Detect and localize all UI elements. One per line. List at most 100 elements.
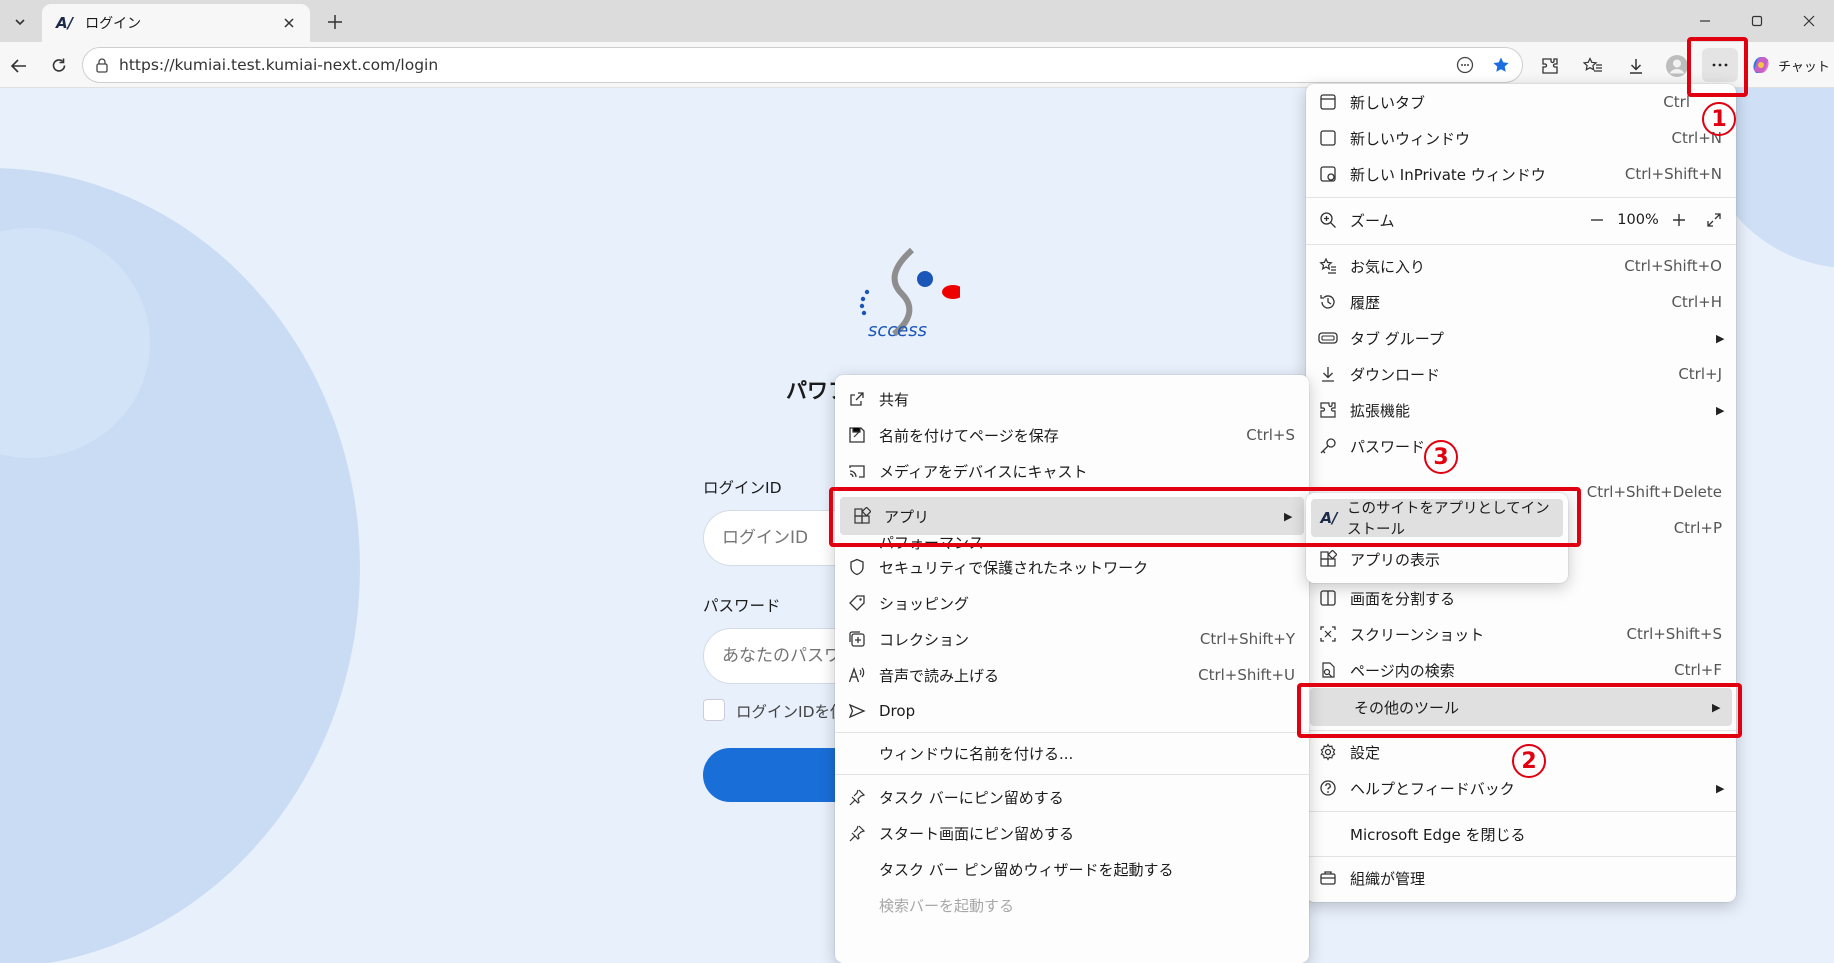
tab-list-icon[interactable] (6, 8, 34, 36)
submenu-arrow-icon: ▶ (1716, 331, 1725, 345)
menu-item-zoom: ズーム 100% (1306, 202, 1736, 238)
new-window-icon (1306, 129, 1350, 147)
screenshot-icon (1306, 625, 1350, 643)
tab-strip: A/ ログイン (0, 0, 1834, 42)
close-icon[interactable] (278, 12, 300, 34)
downloads-icon[interactable] (1621, 51, 1651, 81)
chat-label: チャット (1778, 59, 1830, 75)
url-text: https://kumiai.test.kumiai-next.com/logi… (119, 56, 439, 74)
cast-icon (835, 462, 879, 480)
extensions-icon (1306, 401, 1350, 419)
menu-item-extensions[interactable]: 拡張機能 ▶ (1306, 392, 1736, 428)
remember-label: ログインIDを使 (736, 703, 846, 721)
zoom-out-icon[interactable] (1584, 213, 1610, 227)
new-tab-icon (1306, 93, 1350, 111)
menu-item-shopping[interactable]: ショッピング (835, 585, 1309, 621)
fullscreen-icon[interactable] (1692, 213, 1736, 227)
menu-item-new-tab[interactable]: 新しいタブ Ctrl (1306, 84, 1736, 120)
apps-icon (1306, 550, 1350, 568)
split-screen-icon (1306, 589, 1350, 607)
favorites-icon (1306, 257, 1350, 275)
back-icon[interactable] (4, 51, 34, 81)
maximize-icon[interactable] (1742, 8, 1772, 34)
copilot-icon (1750, 54, 1772, 76)
annotation-step-3: 3 (1424, 440, 1458, 474)
copilot-chat-button[interactable]: チャット (1748, 50, 1832, 80)
tab-login[interactable]: A/ ログイン (42, 4, 310, 42)
annotation-highlight-more-tools (1297, 683, 1742, 738)
menu-item-managed-by-org[interactable]: 組織が管理 (1306, 860, 1736, 896)
remember-checkbox[interactable] (703, 699, 725, 721)
menu-item-name-window[interactable]: ウィンドウに名前を付ける... (835, 735, 1309, 771)
menu-separator (835, 774, 1309, 775)
pin-icon (835, 788, 879, 806)
menu-separator (1306, 197, 1736, 198)
drop-send-icon (835, 702, 879, 720)
submenu-arrow-icon: ▶ (1716, 403, 1725, 417)
submenu-arrow-icon: ▶ (1716, 781, 1725, 795)
annotation-step-1: 1 (1702, 102, 1736, 136)
site-logo: sccess (850, 248, 960, 358)
tab-group-icon (1306, 330, 1350, 346)
app-logo-icon: A/ (56, 14, 74, 32)
share-icon (835, 390, 879, 408)
menu-item-pin-wizard[interactable]: タスク バー ピン留めウィザードを起動する (835, 851, 1309, 887)
menu-item-save-page[interactable]: 名前を付けてページを保存 Ctrl+S (835, 417, 1309, 453)
login-id-label: ログインID (703, 479, 782, 497)
menu-item-collections[interactable]: コレクション Ctrl+Shift+Y (835, 621, 1309, 657)
menu-item-inprivate[interactable]: 新しい InPrivate ウィンドウ Ctrl+Shift+N (1306, 156, 1736, 192)
menu-item-pin-taskbar[interactable]: タスク バーにピン留めする (835, 779, 1309, 815)
menu-item-close-edge[interactable]: Microsoft Edge を閉じる (1306, 816, 1736, 852)
pin-icon (835, 824, 879, 842)
refresh-icon[interactable] (44, 51, 74, 81)
menu-item-split-screen[interactable]: 画面を分割する (1306, 580, 1736, 616)
organization-icon (1306, 869, 1350, 887)
password-key-icon (1306, 437, 1350, 455)
menu-item-cast[interactable]: メディアをデバイスにキャスト (835, 453, 1309, 489)
read-aloud-icon (835, 666, 879, 684)
collections-icon (835, 630, 879, 648)
inprivate-icon (1306, 165, 1350, 183)
menu-item-passwords[interactable]: パスワード (1306, 428, 1736, 464)
find-icon (1306, 661, 1350, 679)
minimize-icon[interactable] (1690, 8, 1720, 34)
help-icon (1306, 779, 1350, 797)
svg-text:sccess: sccess (868, 320, 927, 341)
address-bar[interactable]: https://kumiai.test.kumiai-next.com/logi… (82, 47, 1523, 83)
zoom-value: 100% (1617, 212, 1659, 228)
menu-separator (1306, 856, 1736, 857)
site-info-icon[interactable] (95, 57, 109, 73)
menu-separator (835, 732, 1309, 733)
zoom-in-icon[interactable] (1666, 213, 1692, 227)
favorites-icon[interactable] (1578, 51, 1608, 81)
favorite-star-icon[interactable] (1492, 56, 1510, 74)
menu-item-share[interactable]: 共有 (835, 381, 1309, 417)
menu-item-pin-start[interactable]: スタート画面にピン留めする (835, 815, 1309, 851)
menu-item-history[interactable]: 履歴 Ctrl+H (1306, 284, 1736, 320)
annotation-highlight-install-app (829, 487, 1581, 547)
menu-item-downloads[interactable]: ダウンロード Ctrl+J (1306, 356, 1736, 392)
new-tab-icon[interactable] (321, 8, 349, 36)
history-icon (1306, 293, 1350, 311)
menu-item-favorites[interactable]: お気に入り Ctrl+Shift+O (1306, 248, 1736, 284)
menu-item-new-window[interactable]: 新しいウィンドウ Ctrl+N (1306, 120, 1736, 156)
save-page-icon (835, 426, 879, 444)
menu-separator (1306, 811, 1736, 812)
read-aloud-icon[interactable] (1456, 56, 1474, 74)
menu-separator (1306, 244, 1736, 245)
menu-item-read-aloud[interactable]: 音声で読み上げる Ctrl+Shift+U (835, 657, 1309, 693)
menu-item-screenshot[interactable]: スクリーンショット Ctrl+Shift+S (1306, 616, 1736, 652)
annotation-highlight-more (1687, 37, 1748, 97)
shopping-tag-icon (835, 594, 879, 612)
menu-item-secure-network[interactable]: セキュリティで保護されたネットワーク (835, 549, 1309, 585)
settings-icon (1306, 743, 1350, 761)
toolbar: https://kumiai.test.kumiai-next.com/logi… (0, 42, 1834, 88)
shield-icon (835, 558, 879, 576)
menu-item-tab-groups[interactable]: タブ グループ ▶ (1306, 320, 1736, 356)
extensions-icon[interactable] (1535, 51, 1565, 81)
window-close-icon[interactable] (1794, 8, 1824, 34)
more-tools-submenu: 共有 名前を付けてページを保存 Ctrl+S メディアをデバイスにキャスト アプ… (835, 375, 1309, 963)
menu-item-drop[interactable]: Drop (835, 693, 1309, 729)
download-icon (1306, 365, 1350, 383)
menu-item-search-bar: 検索バーを起動する (879, 896, 1015, 915)
